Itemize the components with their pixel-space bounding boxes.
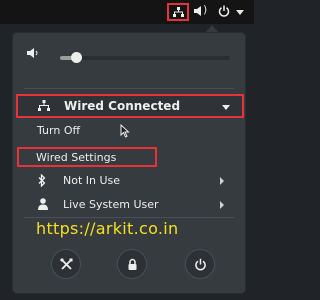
volume-low-icon [27, 48, 38, 58]
lock-icon [128, 258, 137, 270]
wired-connection-menu[interactable]: Wired Connected [16, 94, 244, 118]
user-account-item[interactable]: Live System User [63, 198, 159, 211]
turn-off-item[interactable]: Turn Off [37, 124, 80, 137]
wired-connection-label: Wired Connected [64, 99, 181, 113]
chevron-down-icon[interactable] [236, 10, 244, 15]
divider [24, 217, 234, 218]
wired-settings-label: Wired Settings [36, 151, 117, 164]
bluetooth-icon [38, 174, 46, 187]
chevron-down-icon [222, 105, 230, 110]
top-bar: ) [0, 0, 254, 24]
user-icon [38, 198, 48, 210]
power-off-button[interactable] [185, 249, 215, 279]
network-wired-icon [38, 100, 50, 111]
volume-icon[interactable] [194, 5, 203, 17]
lock-button[interactable] [117, 249, 147, 279]
power-icon [195, 258, 206, 271]
chevron-right-icon[interactable] [220, 177, 224, 185]
bluetooth-status-item[interactable]: Not In Use [63, 174, 120, 187]
chevron-right-icon[interactable] [220, 201, 224, 209]
settings-button[interactable] [51, 249, 81, 279]
volume-slider-handle[interactable] [71, 52, 82, 63]
watermark-text: https://arkit.co.in [36, 219, 179, 238]
wired-settings-item[interactable]: Wired Settings [17, 147, 157, 167]
power-icon[interactable] [218, 5, 230, 17]
divider [24, 88, 234, 89]
mouse-pointer-icon [120, 124, 130, 138]
network-wired-icon [173, 7, 184, 17]
volume-separator: ) [203, 3, 208, 16]
volume-slider-track[interactable] [60, 56, 230, 60]
network-status-button[interactable] [167, 3, 189, 21]
settings-tools-icon [60, 258, 73, 270]
